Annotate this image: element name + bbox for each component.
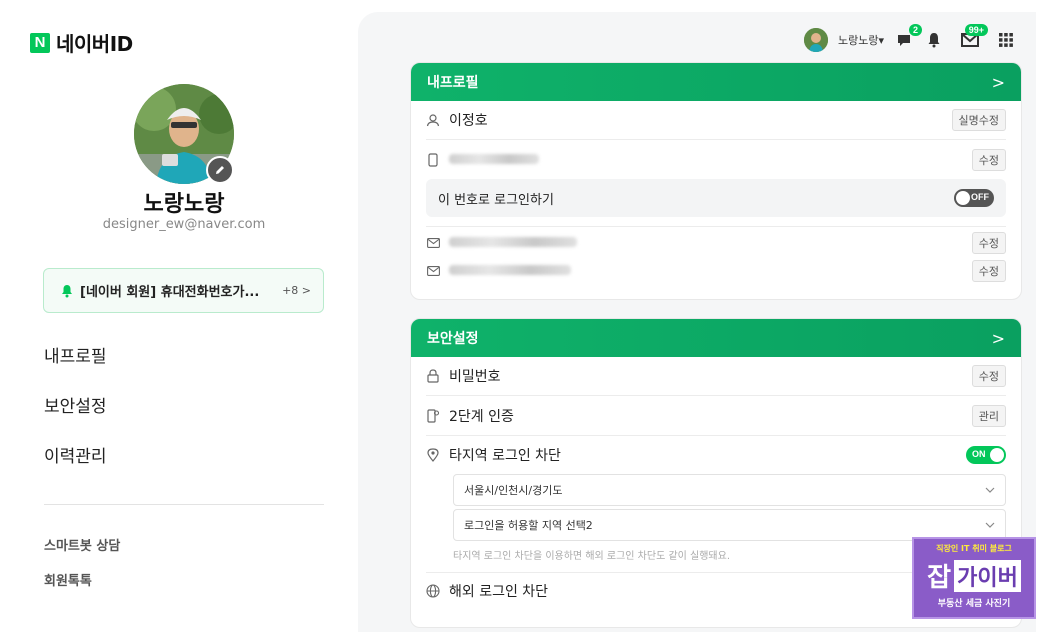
phone-login-label: 이 번호로 로그인하기 <box>438 192 554 208</box>
password-row: 비밀번호 수정 <box>426 357 1006 396</box>
blog-watermark: 직장인 IT 취미 블로그 잡 가이버 부동산 세금 사진기 <box>912 537 1036 619</box>
profile-card-title: 내프로필 <box>427 75 479 91</box>
mail-button[interactable]: 99+ <box>960 24 988 50</box>
phone-icon <box>426 152 440 167</box>
bell-icon <box>62 284 72 297</box>
edit-real-name-button[interactable]: 실명수정 <box>951 109 1006 131</box>
sidebar: N 네이버ID 노랑노랑 designer_ew@naver.com [네이버 … <box>0 0 358 632</box>
real-name: 이정호 <box>449 113 488 129</box>
edit-password-button[interactable]: 수정 <box>971 365 1006 387</box>
menu-security[interactable]: 보안설정 <box>44 390 107 440</box>
mail-icon <box>426 264 440 278</box>
lock-icon <box>426 369 440 383</box>
two-step-icon <box>426 408 440 423</box>
name-row: 이정호 실명수정 <box>426 101 1006 140</box>
region-select-1-value: 서울시/인천시/경기도 <box>464 484 563 497</box>
region-block-row: 타지역 로그인 차단 ON <box>426 436 1006 474</box>
chat-badge: 2 <box>908 24 922 36</box>
phone-row: 수정 <box>426 140 1006 179</box>
edit-phone-button[interactable]: 수정 <box>971 148 1006 171</box>
divider <box>44 504 324 505</box>
notice-count: +8 > <box>282 284 311 297</box>
globe-icon <box>426 584 440 598</box>
menu-history[interactable]: 이력관리 <box>44 440 107 490</box>
two-step-row: 2단계 인증 관리 <box>426 396 1006 436</box>
menu-member-talk[interactable]: 회원톡톡 <box>44 572 120 607</box>
mail-icon <box>426 236 440 250</box>
email2-masked <box>449 263 972 279</box>
profile-email: designer_ew@naver.com <box>102 217 266 232</box>
toggle-knob <box>956 191 970 205</box>
chevron-right-icon: > <box>991 328 1005 348</box>
profile-card: 내프로필 > 이정호 실명수정 수정 이 번호로 로그인하기 OFF 수정 수정 <box>410 62 1022 300</box>
chevron-right-icon: > <box>991 72 1005 92</box>
menu-my-profile[interactable]: 내프로필 <box>44 340 107 390</box>
toggle-on-label: ON <box>972 449 986 459</box>
naver-logo-icon: N <box>30 32 50 53</box>
region-select-1[interactable]: 서울시/인천시/경기도 <box>453 474 1006 506</box>
edit-email1-button[interactable]: 수정 <box>971 232 1006 254</box>
email2-row: 수정 <box>426 257 1006 285</box>
phone-login-row: 이 번호로 로그인하기 OFF <box>426 179 1006 217</box>
apps-grid-icon <box>999 33 1013 47</box>
password-label: 비밀번호 <box>449 369 501 385</box>
top-bar: 노랑노랑▾ 2 99+ <box>803 24 1016 52</box>
notice-banner[interactable]: [네이버 회원] 휴대전화번호가... +8 > <box>43 268 324 313</box>
watermark-main: 잡 가이버 <box>914 557 1034 594</box>
divider <box>426 226 1006 227</box>
bell-icon <box>928 33 940 48</box>
manage-two-step-button[interactable]: 관리 <box>971 404 1006 427</box>
watermark-bottom: 부동산 세금 사진기 <box>937 599 1011 609</box>
menu-smartbot[interactable]: 스마트봇 상담 <box>44 537 120 572</box>
side-menu: 내프로필 보안설정 이력관리 <box>44 340 107 490</box>
toggle-knob <box>990 448 1004 462</box>
two-step-label: 2단계 인증 <box>449 408 514 425</box>
chat-button[interactable]: 2 <box>894 24 922 50</box>
alarm-button[interactable] <box>924 30 944 50</box>
watermark-right: 가이버 <box>954 559 1021 592</box>
watermark-top: 직장인 IT 취미 블로그 <box>936 544 1012 553</box>
top-user-name[interactable]: 노랑노랑▾ <box>838 32 884 48</box>
apps-button[interactable] <box>996 30 1016 50</box>
profile-avatar-wrap <box>134 84 234 184</box>
toggle-off-label: OFF <box>971 192 989 202</box>
security-card-title: 보안설정 <box>427 331 479 347</box>
profile-nickname: 노랑노랑 <box>143 192 225 217</box>
chat-icon <box>898 35 910 46</box>
top-avatar[interactable] <box>803 28 828 52</box>
logo-text: 네이버ID <box>56 32 133 56</box>
region-block-label: 타지역 로그인 차단 <box>449 448 561 464</box>
edit-avatar-button[interactable] <box>206 156 234 184</box>
watermark-left: 잡 <box>927 563 952 593</box>
person-icon <box>426 113 440 127</box>
email1-row: 수정 <box>426 229 1006 257</box>
edit-email2-button[interactable]: 수정 <box>971 260 1006 282</box>
region-block-toggle[interactable]: ON <box>966 446 1006 464</box>
email1-masked <box>449 235 972 251</box>
chevron-down-icon <box>985 522 995 528</box>
phone-number-masked <box>449 152 972 168</box>
pencil-icon <box>216 166 224 174</box>
profile-card-header[interactable]: 내프로필 > <box>411 63 1021 101</box>
region-select-2-value: 로그인을 허용할 지역 선택2 <box>464 519 593 532</box>
sub-menu: 스마트봇 상담 회원톡톡 <box>44 537 120 607</box>
mail-badge: 99+ <box>964 24 988 36</box>
chevron-down-icon <box>985 487 995 493</box>
location-pin-icon <box>426 448 440 462</box>
security-card-header[interactable]: 보안설정 > <box>411 319 1021 357</box>
phone-login-toggle[interactable]: OFF <box>954 189 994 207</box>
naver-id-logo[interactable]: N 네이버ID <box>30 28 133 57</box>
notice-text: [네이버 회원] 휴대전화번호가... <box>80 285 260 300</box>
